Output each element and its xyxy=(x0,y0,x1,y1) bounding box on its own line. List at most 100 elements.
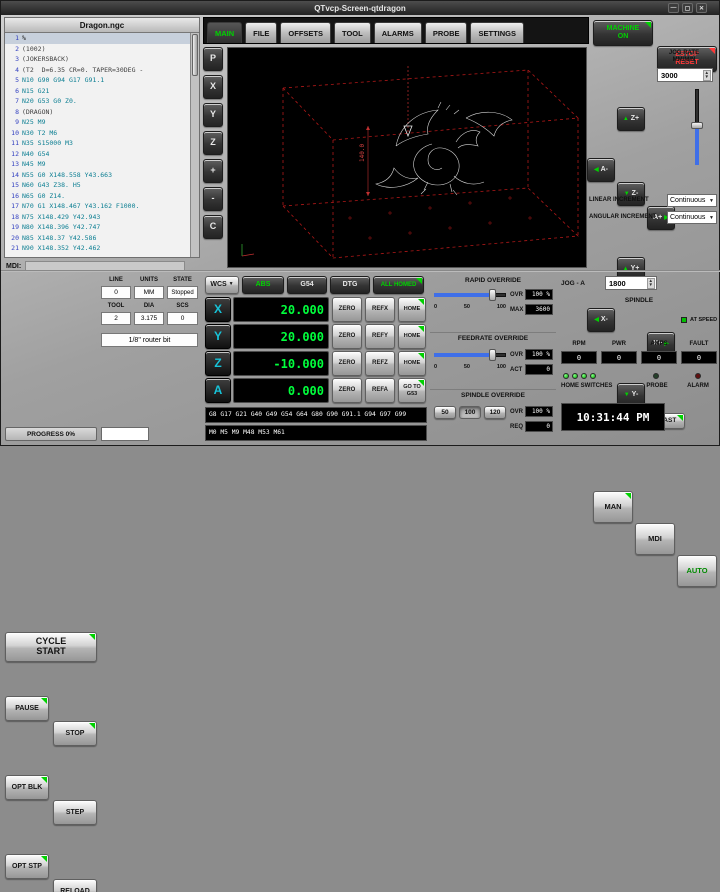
abs-label: ABS xyxy=(256,281,271,289)
tab-settings[interactable]: SETTINGS xyxy=(470,22,524,43)
zero-z-button[interactable]: ZERO xyxy=(332,351,362,376)
jog-x-minus-button[interactable]: ◀X- xyxy=(587,308,615,332)
rapid-override-slider[interactable] xyxy=(434,289,506,301)
tab-main[interactable]: MAIN xyxy=(207,22,242,43)
jog-a-minus-button[interactable]: ◀A- xyxy=(587,158,615,182)
spinbox-arrows-icon[interactable]: ▲▼ xyxy=(647,278,655,289)
machine-on-button[interactable]: MACHINE ON xyxy=(593,20,653,46)
dtg-button[interactable]: DTG xyxy=(330,276,370,294)
zero-x-button[interactable]: ZERO xyxy=(332,297,362,322)
line-text: (T2 D=6.35 CR=0. TAPER=30DEG - xyxy=(22,66,143,74)
view-x-button[interactable]: X xyxy=(203,75,223,99)
active-gcodes: G8 G17 G21 G40 G49 G54 G64 G80 G90 G91.1… xyxy=(205,407,427,423)
wcs-dropdown[interactable]: WCS ▼ xyxy=(205,276,239,294)
gcode-line[interactable]: 4(T2 D=6.35 CR=0. TAPER=30DEG - xyxy=(5,65,190,76)
rapid-override-title: RAPID OVERRIDE xyxy=(430,277,556,284)
view-perspective-button[interactable]: P xyxy=(203,47,223,71)
optional-stop-button[interactable]: OPT STP xyxy=(5,854,49,879)
fast-led-icon xyxy=(677,415,683,421)
gcode-line[interactable]: 5N10 G90 G94 G17 G91.1 xyxy=(5,75,190,86)
mode-mdi-button[interactable]: MDI xyxy=(635,523,675,555)
gcode-line[interactable]: 11N35 S15000 M3 xyxy=(5,138,190,149)
gcode-line[interactable]: 8(DRAGON) xyxy=(5,107,190,118)
optional-block-button[interactable]: OPT BLK xyxy=(5,775,49,800)
gcode-line[interactable]: 2(1002) xyxy=(5,44,190,55)
axis-a-button[interactable]: A xyxy=(205,378,231,403)
angular-increment-combo[interactable]: Continuous▼ xyxy=(667,211,717,224)
title-bar[interactable]: QTvcp-Screen-qtdragon — ▢ ✕ xyxy=(1,1,719,15)
gcode-line[interactable]: 19N80 X148.396 Y42.747 xyxy=(5,222,190,233)
gcode-line[interactable]: 7N20 G53 G0 Z0. xyxy=(5,96,190,107)
zoom-out-button[interactable]: - xyxy=(203,187,223,211)
reload-button[interactable]: RELOAD xyxy=(53,879,97,892)
gcode-line[interactable]: 10N30 T2 M6 xyxy=(5,128,190,139)
zero-a-button[interactable]: ZERO xyxy=(332,378,362,403)
cycle-start-button[interactable]: CYCLE START xyxy=(5,632,97,662)
pause-button[interactable]: PAUSE xyxy=(5,696,49,721)
ref-x-button[interactable]: REFX xyxy=(365,297,395,322)
feed-override-slider[interactable] xyxy=(434,349,506,361)
gremlin-3d-view[interactable]: 140.0 xyxy=(227,47,587,268)
tab-probe[interactable]: PROBE xyxy=(425,22,468,43)
gcode-line[interactable]: 21N90 X148.352 Y42.462 xyxy=(5,243,190,254)
mode-manual-button[interactable]: MAN xyxy=(593,491,633,523)
command-entry-field[interactable] xyxy=(101,427,149,441)
gcode-line[interactable]: 9N25 M9 xyxy=(5,117,190,128)
view-clear-button[interactable]: C xyxy=(203,215,223,239)
tab-offsets[interactable]: OFFSETS xyxy=(280,22,331,43)
ref-a-button[interactable]: REFA xyxy=(365,378,395,403)
spindle-override-50-button[interactable]: 50 xyxy=(434,406,456,419)
gcode-line[interactable]: 13N45 M9 xyxy=(5,159,190,170)
g54-button[interactable]: G54 xyxy=(287,276,327,294)
gcode-listing[interactable]: 1%2(1002)3(JOKERSBACK)4(T2 D=6.35 CR=0. … xyxy=(5,33,190,257)
view-z-button[interactable]: Z xyxy=(203,131,223,155)
slider-handle[interactable] xyxy=(691,122,703,129)
axis-x-button[interactable]: X xyxy=(205,297,231,322)
gcode-line[interactable]: 15N60 G43 Z38. H5 xyxy=(5,180,190,191)
jog-rate-spinbox[interactable]: 3000 ▲▼ xyxy=(657,68,713,82)
tab-alarms[interactable]: ALARMS xyxy=(374,22,422,43)
gcode-line[interactable]: 6N15 G21 xyxy=(5,86,190,97)
minimize-button[interactable]: — xyxy=(668,3,679,13)
home-z-button[interactable]: HOME xyxy=(398,351,426,376)
gcode-line[interactable]: 17N70 G1 X148.467 Y43.162 F1000. xyxy=(5,201,190,212)
view-y-button[interactable]: Y xyxy=(203,103,223,127)
close-button[interactable]: ✕ xyxy=(696,3,707,13)
gcode-line[interactable]: 3(JOKERSBACK) xyxy=(5,54,190,65)
linear-increment-combo[interactable]: Continuous▼ xyxy=(667,194,717,207)
gcode-line[interactable]: 12N40 G54 xyxy=(5,149,190,160)
zoom-in-button[interactable]: + xyxy=(203,159,223,183)
maximize-button[interactable]: ▢ xyxy=(682,3,693,13)
axis-z-button[interactable]: Z xyxy=(205,351,231,376)
zero-y-button[interactable]: ZERO xyxy=(332,324,362,349)
gcode-scrollbar[interactable] xyxy=(190,33,199,257)
gcode-line[interactable]: 16N65 G0 Z14. xyxy=(5,191,190,202)
slider-handle[interactable] xyxy=(489,349,496,361)
abs-button[interactable]: ABS xyxy=(242,276,284,294)
jog-z-plus-button[interactable]: ▲Z+ xyxy=(617,107,645,131)
stop-button[interactable]: STOP xyxy=(53,721,97,746)
mode-auto-button[interactable]: AUTO xyxy=(677,555,717,587)
gcode-line[interactable]: 18N75 X148.429 Y42.943 xyxy=(5,212,190,223)
home-a-button[interactable]: GO TO G53 xyxy=(398,378,426,403)
ref-z-button[interactable]: REFZ xyxy=(365,351,395,376)
jog-rate-slider[interactable] xyxy=(691,89,703,165)
tab-file[interactable]: FILE xyxy=(245,22,277,43)
tab-tool[interactable]: TOOL xyxy=(334,22,371,43)
gcode-line[interactable]: 1% xyxy=(5,33,190,44)
gcode-line[interactable]: 14N55 G0 X148.558 Y43.663 xyxy=(5,170,190,181)
step-button[interactable]: STEP xyxy=(53,800,97,825)
ref-y-button[interactable]: REFY xyxy=(365,324,395,349)
opt-blk-label: OPT BLK xyxy=(12,784,43,792)
spindle-override-100-button[interactable]: 100 xyxy=(459,406,481,419)
spinbox-arrows-icon[interactable]: ▲▼ xyxy=(703,70,711,81)
dimension-annotation: 140.0 xyxy=(359,126,370,196)
jog-a-spinbox[interactable]: 1800 ▲▼ xyxy=(605,276,657,290)
axis-y-button[interactable]: Y xyxy=(205,324,231,349)
home-x-button[interactable]: HOME xyxy=(398,297,426,322)
scrollbar-thumb[interactable] xyxy=(192,34,198,76)
slider-handle[interactable] xyxy=(489,289,496,301)
gcode-line[interactable]: 20N85 X148.37 Y42.586 xyxy=(5,233,190,244)
spindle-override-120-button[interactable]: 120 xyxy=(484,406,506,419)
home-y-button[interactable]: HOME xyxy=(398,324,426,349)
